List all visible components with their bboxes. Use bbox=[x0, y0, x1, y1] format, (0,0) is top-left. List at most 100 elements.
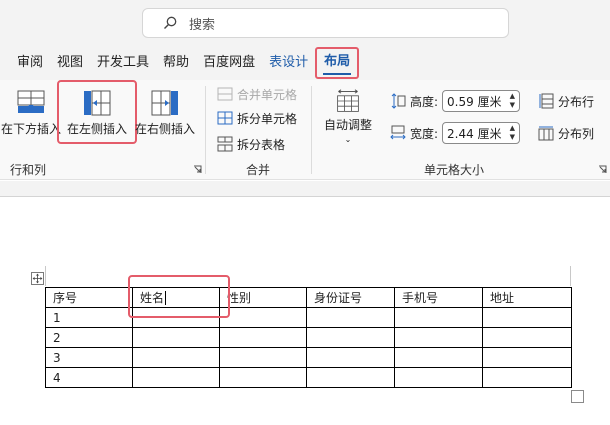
chevron-up-icon[interactable]: ▲ bbox=[510, 124, 515, 133]
split-table-button[interactable]: 拆分表格 bbox=[217, 134, 285, 154]
separator bbox=[311, 86, 312, 174]
table-cell[interactable] bbox=[306, 347, 395, 368]
margin-mark bbox=[45, 266, 46, 286]
width-value: 2.44 厘米 bbox=[447, 126, 502, 141]
cell-size-launcher-icon[interactable] bbox=[598, 165, 607, 174]
table-cell[interactable]: 身份证号 bbox=[306, 287, 395, 308]
table-cell[interactable] bbox=[394, 327, 483, 348]
insert-below-icon bbox=[17, 90, 45, 113]
height-value: 0.59 厘米 bbox=[447, 94, 502, 109]
insert-right-icon bbox=[151, 90, 178, 116]
table-cell[interactable] bbox=[482, 307, 572, 328]
insert-left-icon bbox=[84, 90, 111, 116]
split-cells-button[interactable]: 拆分单元格 bbox=[217, 108, 297, 128]
table-cell[interactable] bbox=[482, 347, 572, 368]
split-table-icon bbox=[217, 136, 233, 152]
search-icon bbox=[164, 16, 177, 29]
table-cell[interactable] bbox=[394, 367, 483, 388]
autofit-label: 自动调整 bbox=[323, 118, 372, 132]
tab-view[interactable]: 视图 bbox=[50, 50, 90, 76]
column-width-icon bbox=[390, 125, 406, 140]
table-cell[interactable]: 3 bbox=[45, 347, 133, 368]
rows-cols-launcher-icon[interactable] bbox=[193, 165, 202, 174]
table-move-handle-icon[interactable] bbox=[31, 272, 44, 285]
table-row: 3 bbox=[45, 347, 572, 368]
width-label: 宽度: bbox=[410, 126, 439, 141]
table-row: 4 bbox=[45, 367, 572, 388]
width-spinner[interactable]: 2.44 厘米 ▲ ▼ bbox=[442, 122, 520, 144]
chevron-down-icon[interactable]: ▼ bbox=[510, 101, 515, 110]
distribute-columns-icon bbox=[538, 126, 554, 141]
table-cell[interactable] bbox=[219, 327, 307, 348]
insert-below-label: 在下方插入 bbox=[0, 122, 61, 136]
table-row: 2 bbox=[45, 327, 572, 348]
insert-below-button[interactable]: 在下方插入 bbox=[0, 84, 62, 144]
tab-help[interactable]: 帮助 bbox=[156, 50, 196, 76]
table-cell[interactable]: 地址 bbox=[482, 287, 572, 308]
distribute-columns-button[interactable]: 分布列 bbox=[538, 123, 594, 143]
margin-mark bbox=[570, 266, 571, 286]
tab-review[interactable]: 审阅 bbox=[10, 50, 50, 76]
height-label: 高度: bbox=[410, 94, 439, 109]
distribute-columns-label: 分布列 bbox=[558, 126, 595, 141]
table-cell[interactable] bbox=[482, 327, 572, 348]
tab-developer[interactable]: 开发工具 bbox=[90, 50, 156, 76]
chevron-down-icon[interactable]: ▼ bbox=[510, 133, 515, 142]
table-cell[interactable] bbox=[219, 307, 307, 328]
group-label-rows-cols: 行和列 bbox=[10, 163, 47, 177]
chevron-down-icon: ⌄ bbox=[344, 135, 352, 144]
distribute-rows-label: 分布行 bbox=[558, 94, 595, 109]
document-table[interactable]: 序号 姓名 性别 身份证号 手机号 地址 1 2 3 4 bbox=[45, 287, 572, 388]
tab-baidu-netdisk[interactable]: 百度网盘 bbox=[196, 50, 262, 76]
table-cell[interactable]: 2 bbox=[45, 327, 133, 348]
width-label-group: 宽度: bbox=[390, 123, 438, 143]
merge-cells-label: 合并单元格 bbox=[237, 87, 298, 102]
autofit-button[interactable]: 自动调整 ⌄ bbox=[318, 84, 378, 144]
table-cell[interactable] bbox=[482, 367, 572, 388]
table-cell[interactable] bbox=[219, 347, 307, 368]
table-cell[interactable] bbox=[394, 307, 483, 328]
ribbon-document-gap bbox=[0, 181, 610, 197]
spinner-arrows[interactable]: ▲ ▼ bbox=[510, 124, 515, 142]
ribbon-tabs: 审阅 视图 开发工具 帮助 百度网盘 表设计 布局 bbox=[0, 46, 610, 80]
selected-cell-highlight bbox=[128, 275, 230, 318]
chevron-up-icon[interactable]: ▲ bbox=[510, 92, 515, 101]
row-height-icon bbox=[391, 93, 406, 109]
table-cell[interactable] bbox=[132, 327, 220, 348]
insert-left-label: 在左侧插入 bbox=[66, 122, 127, 136]
table-resize-handle[interactable] bbox=[571, 390, 584, 403]
table-cell[interactable] bbox=[394, 347, 483, 368]
spinner-arrows[interactable]: ▲ ▼ bbox=[510, 92, 515, 110]
table-cell[interactable] bbox=[219, 367, 307, 388]
height-label-group: 高度: bbox=[390, 91, 438, 111]
table-cell[interactable]: 手机号 bbox=[394, 287, 483, 308]
table-cell[interactable] bbox=[306, 367, 395, 388]
insert-right-label: 在右侧插入 bbox=[134, 122, 195, 136]
table-cell[interactable]: 1 bbox=[45, 307, 133, 328]
table-row: 1 bbox=[45, 307, 572, 328]
table-cell[interactable] bbox=[132, 367, 220, 388]
split-cells-icon bbox=[217, 111, 233, 125]
tab-table-design[interactable]: 表设计 bbox=[262, 50, 315, 76]
group-label-cell-size: 单元格大小 bbox=[424, 163, 485, 177]
insert-left-button[interactable]: 在左侧插入 bbox=[64, 84, 130, 144]
merge-cells-button[interactable]: 合并单元格 bbox=[217, 84, 297, 104]
merge-cells-icon bbox=[217, 87, 233, 101]
table-cell[interactable]: 性别 bbox=[219, 287, 307, 308]
table-cell[interactable] bbox=[306, 307, 395, 328]
tab-layout[interactable]: 布局 bbox=[315, 47, 360, 79]
table-cell[interactable]: 4 bbox=[45, 367, 133, 388]
table-cell[interactable] bbox=[306, 327, 395, 348]
search-placeholder: 搜索 bbox=[189, 17, 216, 33]
insert-right-button[interactable]: 在右侧插入 bbox=[134, 84, 196, 144]
autofit-icon bbox=[337, 89, 359, 112]
title-bar: 搜索 bbox=[0, 0, 610, 46]
distribute-rows-icon bbox=[539, 93, 554, 109]
split-table-label: 拆分表格 bbox=[237, 137, 286, 152]
table-cell[interactable]: 序号 bbox=[45, 287, 133, 308]
search-box[interactable]: 搜索 bbox=[142, 8, 509, 38]
distribute-rows-button[interactable]: 分布行 bbox=[538, 91, 594, 111]
table-cell[interactable] bbox=[132, 347, 220, 368]
split-cells-label: 拆分单元格 bbox=[237, 111, 298, 126]
height-spinner[interactable]: 0.59 厘米 ▲ ▼ bbox=[442, 90, 520, 112]
